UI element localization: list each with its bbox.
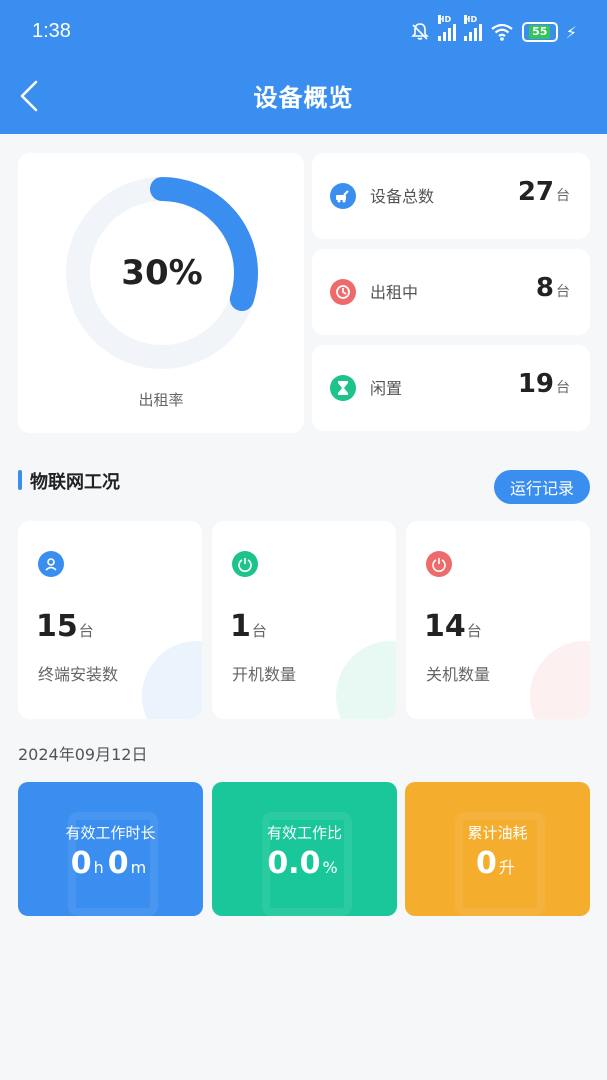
clock-icon bbox=[330, 279, 356, 305]
section-accent-bar bbox=[18, 470, 22, 490]
iot-label: 终端安装数 bbox=[38, 665, 119, 684]
metric-value: 0.0% bbox=[267, 846, 338, 881]
metric-title: 累计油耗 bbox=[467, 824, 528, 842]
iot-card-power-on[interactable]: 1台 开机数量 bbox=[212, 521, 396, 719]
status-bar: 1:38 HD HD 55 ⚡ bbox=[0, 0, 607, 64]
iot-value: 1台 bbox=[230, 609, 267, 644]
status-time: 1:38 bbox=[32, 20, 71, 42]
run-log-button[interactable]: 运行记录 bbox=[494, 470, 590, 504]
signal-icon-1: HD bbox=[437, 15, 456, 41]
power-off-icon bbox=[426, 551, 452, 577]
stat-card-total[interactable]: 设备总数 27 台 bbox=[312, 153, 590, 239]
rental-rate-donut: 30% bbox=[66, 177, 258, 369]
battery-icon: 55 bbox=[521, 22, 558, 42]
stat-value: 8台 bbox=[535, 273, 570, 303]
power-on-icon bbox=[232, 551, 258, 577]
status-icons: HD HD 55 ⚡ bbox=[410, 15, 577, 44]
stat-card-idle[interactable]: 闲置 19 台 bbox=[312, 345, 590, 431]
rental-rate-card: 30% 出租率 bbox=[18, 153, 304, 433]
iot-card-power-off[interactable]: 14台 关机数量 bbox=[406, 521, 590, 719]
stat-value: 27 台 bbox=[517, 177, 570, 207]
header: 设备概览 bbox=[0, 64, 607, 134]
charging-icon: ⚡ bbox=[565, 22, 577, 42]
stat-label: 出租中 bbox=[370, 283, 419, 302]
background-decoration-icon bbox=[530, 641, 590, 719]
hourglass-icon bbox=[330, 375, 356, 401]
iot-label: 关机数量 bbox=[426, 665, 491, 684]
iot-label: 开机数量 bbox=[232, 665, 297, 684]
report-date: 2024年09月12日 bbox=[18, 745, 148, 764]
terminal-icon bbox=[38, 551, 64, 577]
stat-label: 设备总数 bbox=[370, 187, 435, 206]
background-decoration-icon bbox=[336, 641, 396, 719]
metric-card-work-ratio[interactable]: 有效工作比 0.0% bbox=[212, 782, 397, 916]
metric-title: 有效工作比 bbox=[266, 824, 342, 842]
iot-value: 14台 bbox=[424, 609, 482, 644]
battery-level: 55 bbox=[529, 25, 551, 39]
wifi-icon bbox=[491, 23, 513, 41]
iot-card-installed[interactable]: 15台 终端安装数 bbox=[18, 521, 202, 719]
top-bar: 1:38 HD HD 55 ⚡ 设备概览 bbox=[0, 0, 607, 134]
rental-rate-label: 出租率 bbox=[138, 391, 184, 409]
device-icon bbox=[330, 183, 356, 209]
background-decoration-icon bbox=[142, 641, 202, 719]
stat-card-renting[interactable]: 出租中 8台 bbox=[312, 249, 590, 335]
metric-title: 有效工作时长 bbox=[65, 824, 156, 842]
rental-rate-value: 30% bbox=[121, 253, 202, 293]
section-title-iot: 物联网工况 bbox=[30, 472, 120, 493]
metric-card-work-duration[interactable]: 有效工作时长 0h0m bbox=[18, 782, 203, 916]
stat-value: 19 台 bbox=[517, 369, 570, 399]
metric-value: 0升 bbox=[476, 846, 515, 881]
iot-value: 15台 bbox=[36, 609, 94, 644]
metric-card-fuel[interactable]: 累计油耗 0升 bbox=[405, 782, 590, 916]
signal-icon-2: HD bbox=[463, 15, 482, 41]
metric-value: 0h0m bbox=[70, 846, 147, 881]
mute-bell-icon bbox=[410, 23, 429, 40]
stat-label: 闲置 bbox=[370, 379, 403, 398]
page-title: 设备概览 bbox=[253, 84, 354, 112]
